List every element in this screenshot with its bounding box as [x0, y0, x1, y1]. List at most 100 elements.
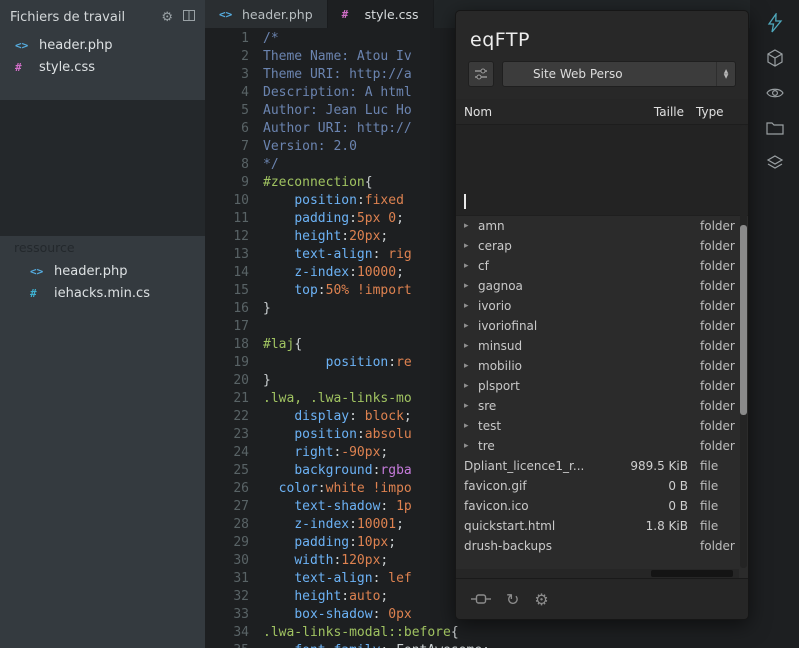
line-number: 32: [233, 589, 249, 604]
stepper-down-icon: ▼: [723, 73, 729, 80]
extension-manager-icon[interactable]: [764, 47, 786, 69]
entry-type: folder: [700, 359, 735, 373]
remote-entry-favicon.gif[interactable]: favicon.gif 0 B file: [456, 476, 748, 496]
line-number: 21: [233, 391, 249, 406]
remote-entry-amn[interactable]: ▸ amn folder: [456, 216, 748, 236]
folder-icon[interactable]: [764, 117, 786, 139]
line-number: 11: [233, 211, 249, 226]
disconnect-icon[interactable]: [471, 592, 491, 606]
eqftp-footer: ↻ ⚙: [456, 578, 748, 619]
tree-arrow-icon: ▸: [464, 421, 469, 431]
remote-entry-sre[interactable]: ▸ sre folder: [456, 396, 748, 416]
server-select-value: Site Web Perso: [533, 67, 623, 81]
entry-size: 1.8 KiB: [645, 519, 688, 533]
remote-entry-test[interactable]: ▸ test folder: [456, 416, 748, 436]
code-text: }: [263, 373, 271, 388]
remote-entry-quickstart.html[interactable]: quickstart.html 1.8 KiB file: [456, 516, 748, 536]
file-item-iehacks.min.cs[interactable]: # iehacks.min.cs: [0, 282, 205, 304]
line-number: 33: [233, 607, 249, 622]
entry-name: favicon.gif: [464, 479, 527, 493]
remote-entry-Dpliant_licence1_r...[interactable]: Dpliant_licence1_r... 989.5 KiB file: [456, 456, 748, 476]
tree-arrow-icon: ▸: [464, 381, 469, 391]
file-name: header.php: [54, 263, 128, 279]
gear-icon[interactable]: ⚙: [161, 10, 173, 25]
select-stepper-icon: ▲ ▼: [716, 62, 735, 86]
entry-name: cerap: [478, 239, 512, 253]
line-number: 8: [241, 157, 249, 172]
remote-entry-mobilio[interactable]: ▸ mobilio folder: [456, 356, 748, 376]
horizontal-scrollbar[interactable]: [456, 569, 739, 578]
layers-icon[interactable]: [764, 152, 786, 174]
entry-name: minsud: [478, 339, 523, 353]
column-name[interactable]: Nom: [464, 105, 620, 119]
entry-name: sre: [478, 399, 497, 413]
text-cursor: [464, 194, 466, 209]
line-number: 30: [233, 553, 249, 568]
eye-icon[interactable]: [764, 82, 786, 104]
entry-name: drush-backups: [464, 539, 552, 553]
code-text: top:50% !import: [294, 283, 412, 298]
entry-size: 0 B: [668, 499, 688, 513]
remote-entry-favicon.ico[interactable]: favicon.ico 0 B file: [456, 496, 748, 516]
line-number: 6: [241, 121, 249, 136]
line-number: 15: [233, 283, 249, 298]
line-number: 35: [205, 642, 249, 648]
extension-toolbar: [750, 0, 799, 648]
line-number: 26: [233, 481, 249, 496]
line-number: 27: [233, 499, 249, 514]
working-files-title: Fichiers de travail: [10, 9, 126, 25]
remote-file-list: ▸ amn folder ▸ cerap folder ▸ cf folder ▸ gagnoa fo…: [456, 125, 748, 578]
code-text: z-index:10001;: [294, 517, 404, 532]
settings-gear-icon[interactable]: ⚙: [534, 590, 548, 609]
file-item-header.php[interactable]: <> header.php: [0, 260, 205, 282]
code-text: */: [263, 157, 279, 172]
line-number: 1: [241, 31, 249, 46]
live-preview-icon[interactable]: [764, 12, 786, 34]
code-text: height:20px;: [294, 229, 389, 244]
column-size[interactable]: Taille: [620, 105, 684, 119]
entry-type: folder: [700, 319, 735, 333]
horizontal-scrollbar-thumb[interactable]: [651, 570, 734, 577]
line-number: 22: [233, 409, 249, 424]
file-item-style.css[interactable]: # style.css: [0, 56, 205, 78]
remote-entry-tre[interactable]: ▸ tre folder: [456, 436, 748, 456]
remote-entry-ivorio[interactable]: ▸ ivorio folder: [456, 296, 748, 316]
remote-entry-gagnoa[interactable]: ▸ gagnoa folder: [456, 276, 748, 296]
php-file-icon: <>: [15, 38, 29, 52]
file-item-header.php[interactable]: <> header.php: [0, 34, 205, 56]
remote-entry-drush-backups[interactable]: drush-backups folder: [456, 536, 748, 556]
remote-entry-plsport[interactable]: ▸ plsport folder: [456, 376, 748, 396]
entry-type: folder: [700, 539, 735, 553]
server-select[interactable]: Site Web Perso ▲ ▼: [502, 61, 736, 87]
entry-name: quickstart.html: [464, 519, 556, 533]
entry-type: folder: [700, 239, 735, 253]
tab-header.php[interactable]: <> header.php: [205, 0, 328, 28]
column-type[interactable]: Type: [684, 105, 736, 119]
code-text: font-family: FontAwesome;: [263, 643, 490, 648]
line-number: 34: [233, 625, 249, 640]
line-number: 3: [241, 67, 249, 82]
cs-file-icon: #: [30, 286, 37, 300]
line-number: 12: [233, 229, 249, 244]
remote-entry-minsud[interactable]: ▸ minsud folder: [456, 336, 748, 356]
project-root[interactable]: ressource: [0, 236, 205, 260]
entry-size: 0 B: [668, 479, 688, 493]
vertical-scrollbar-thumb[interactable]: [740, 225, 747, 415]
code-text: box-shadow: 0px: [294, 607, 412, 622]
remote-entry-cf[interactable]: ▸ cf folder: [456, 256, 748, 276]
line-number: 24: [233, 445, 249, 460]
code-text: text-align: rig: [294, 247, 412, 262]
refresh-icon[interactable]: ↻: [506, 590, 519, 609]
server-list-button[interactable]: [468, 61, 494, 87]
remote-entry-ivoriofinal[interactable]: ▸ ivoriofinal folder: [456, 316, 748, 336]
remote-entries: ▸ amn folder ▸ cerap folder ▸ cf folder ▸ gagnoa fo…: [456, 216, 748, 556]
remote-list-empty-area[interactable]: [456, 125, 748, 216]
entry-type: folder: [700, 439, 735, 453]
line-number: 5: [241, 103, 249, 118]
remote-entry-cerap[interactable]: ▸ cerap folder: [456, 236, 748, 256]
line-number: 25: [233, 463, 249, 478]
tab-style.css[interactable]: # style.css: [327, 0, 434, 28]
vertical-scrollbar[interactable]: [740, 125, 747, 568]
split-view-icon[interactable]: [183, 9, 195, 25]
